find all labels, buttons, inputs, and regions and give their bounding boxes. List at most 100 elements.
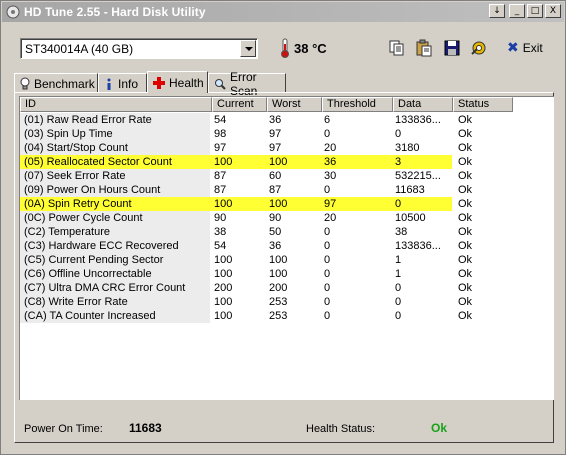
column-header-threshold[interactable]: Threshold (322, 97, 393, 112)
cell-threshold: 0 (324, 128, 331, 140)
cell-worst: 100 (269, 198, 288, 210)
health-status-label: Health Status: (306, 423, 376, 435)
disk-app-icon[interactable] (6, 5, 20, 19)
table-row[interactable]: (03) Spin Up Time 98 97 0 0 Ok (20, 127, 472, 141)
cell-current: 100 (214, 254, 233, 266)
table-row[interactable]: (0A) Spin Retry Count 100 100 97 0 Ok (20, 197, 472, 211)
lightbulb-icon (20, 77, 30, 91)
column-header-id[interactable]: ID (20, 97, 212, 112)
column-header-current[interactable]: Current (212, 97, 267, 112)
tab-benchmark[interactable]: Benchmark (14, 73, 98, 93)
cell-threshold: 0 (324, 282, 331, 294)
cell-threshold: 0 (324, 226, 331, 238)
cell-worst: 60 (269, 170, 282, 182)
cell-worst: 100 (269, 156, 288, 168)
cell-data: 38 (395, 226, 408, 238)
cell-worst: 90 (269, 212, 282, 224)
cell-id: (09) Power On Hours Count (20, 183, 210, 197)
cell-current: 100 (214, 268, 233, 280)
cell-id: (C3) Hardware ECC Recovered (20, 239, 210, 253)
cell-current: 100 (214, 310, 233, 322)
paste-icon[interactable] (414, 38, 434, 58)
cell-id: (01) Raw Read Error Rate (20, 113, 210, 127)
cell-id: (C6) Offline Uncorrectable (20, 267, 210, 281)
table-row[interactable]: (04) Start/Stop Count 97 97 20 3180 Ok (20, 141, 472, 155)
table-row[interactable]: (C8) Write Error Rate 100 253 0 0 Ok (20, 295, 472, 309)
smart-attribute-list[interactable]: ID Current Worst Threshold Data Status (… (19, 96, 554, 400)
cell-threshold: 36 (324, 156, 337, 168)
cell-current: 98 (214, 128, 227, 140)
exit-button[interactable]: ✖ Exit (507, 40, 543, 56)
cell-status: Ok (458, 282, 473, 294)
cell-current: 38 (214, 226, 227, 238)
maximize-button[interactable]: □ (527, 4, 543, 18)
cell-status: Ok (458, 240, 473, 252)
cell-data: 133836... (395, 114, 441, 126)
cell-status: Ok (458, 310, 473, 322)
cell-threshold: 30 (324, 170, 337, 182)
temperature-readout: 38 °C (294, 41, 327, 56)
cell-data: 11683 (395, 184, 425, 196)
column-header-worst[interactable]: Worst (267, 97, 322, 112)
cell-threshold: 20 (324, 212, 337, 224)
table-row[interactable]: (C3) Hardware ECC Recovered 54 36 0 133836..… (20, 239, 472, 253)
copy-icon[interactable] (387, 38, 407, 58)
cell-id: (0A) Spin Retry Count (24, 198, 132, 210)
cell-status: Ok (458, 226, 473, 238)
table-row[interactable]: (0C) Power Cycle Count 90 90 20 10500 Ok (20, 211, 472, 225)
cell-threshold: 20 (324, 142, 337, 154)
cell-id: (0C) Power Cycle Count (20, 211, 210, 225)
table-row[interactable]: (05) Reallocated Sector Count 100 100 36 3 Ok (20, 155, 472, 169)
send-down-button[interactable]: ↓ (489, 4, 505, 18)
table-row[interactable]: (07) Seek Error Rate 87 60 30 532215... Ok (20, 169, 472, 183)
cell-current: 90 (214, 212, 227, 224)
cell-status: Ok (458, 184, 473, 196)
cell-data: 1 (395, 254, 402, 266)
save-icon[interactable] (442, 38, 462, 58)
cell-data: 0 (395, 282, 402, 294)
cell-status: Ok (458, 212, 473, 224)
magnifier-icon (214, 78, 226, 90)
minimize-button[interactable]: _ (509, 4, 525, 18)
table-row[interactable]: (C5) Current Pending Sector 100 100 0 1 Ok (20, 253, 472, 267)
column-header-status[interactable]: Status (453, 97, 513, 112)
drive-select-value: ST340014A (40 GB) (25, 42, 134, 56)
table-row[interactable]: (C7) Ultra DMA CRC Error Count 200 200 0 0 Ok (20, 281, 472, 295)
cell-current: 200 (214, 282, 233, 294)
table-row[interactable]: (01) Raw Read Error Rate 54 36 6 133836... Ok (20, 113, 472, 127)
tab-error-scan[interactable]: Error Scan (208, 70, 286, 98)
cell-id: (CA) TA Counter Increased (20, 309, 210, 323)
info-icon (104, 77, 114, 91)
cell-current: 100 (214, 156, 233, 168)
cell-status: Ok (458, 142, 473, 154)
cell-threshold: 6 (324, 114, 331, 126)
table-row[interactable]: (C2) Temperature 38 50 0 38 Ok (20, 225, 472, 239)
cell-data: 3180 (395, 142, 420, 154)
exit-button-label: Exit (522, 41, 543, 55)
cell-data: 133836... (395, 240, 441, 252)
table-row[interactable]: (CA) TA Counter Increased 100 253 0 0 Ok (20, 309, 472, 323)
cell-id: (C8) Write Error Rate (20, 295, 210, 309)
table-row[interactable]: (C6) Offline Uncorrectable 100 100 0 1 Ok (20, 267, 472, 281)
cell-id: (05) Reallocated Sector Count (24, 156, 172, 168)
power-on-time-value: 11683 (129, 421, 162, 435)
cell-status: Ok (458, 254, 473, 266)
column-header-data[interactable]: Data (393, 97, 453, 112)
table-row[interactable]: (09) Power On Hours Count 87 87 0 11683 Ok (20, 183, 472, 197)
options-icon[interactable] (469, 38, 489, 58)
cell-threshold: 0 (324, 296, 331, 308)
drive-select[interactable]: ST340014A (40 GB) (20, 38, 258, 59)
cell-worst: 100 (269, 254, 288, 266)
cell-data: 0 (395, 198, 402, 210)
tab-health[interactable]: Health (147, 71, 208, 93)
title-bar[interactable]: HD Tune 2.55 - Hard Disk Utility ↓ _ □ X (2, 2, 564, 22)
tab-info[interactable]: Info (98, 73, 147, 93)
chevron-down-icon[interactable] (240, 40, 256, 57)
cell-status: Ok (458, 156, 473, 168)
window-title: HD Tune 2.55 - Hard Disk Utility (24, 5, 206, 19)
cell-current: 100 (214, 296, 233, 308)
cell-id: (07) Seek Error Rate (20, 169, 210, 183)
close-button[interactable]: X (545, 4, 561, 18)
cell-threshold: 0 (324, 184, 331, 196)
cell-data: 0 (395, 310, 402, 322)
